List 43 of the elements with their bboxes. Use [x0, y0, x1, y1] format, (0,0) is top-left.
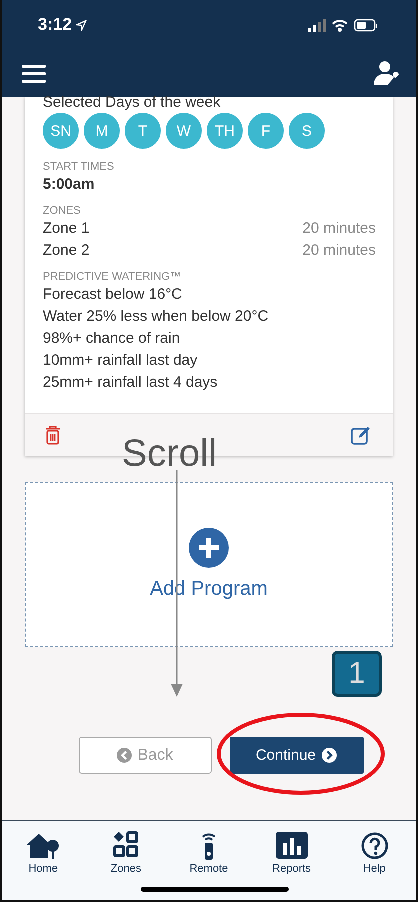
signal-icon: [308, 18, 326, 32]
day-toggle[interactable]: SN: [43, 113, 79, 149]
tab-bar-item[interactable]: Help: [344, 831, 405, 900]
predictive-rule: 25mm+ rainfall last 4 days: [43, 373, 219, 393]
battery-icon: [354, 18, 378, 32]
day-toggle[interactable]: W: [166, 113, 202, 149]
chevron-left-icon: [116, 748, 132, 763]
days-title: Selected Days of the week: [43, 95, 222, 111]
day-toggle[interactable]: T: [125, 113, 161, 149]
chevron-right-icon: [322, 748, 338, 763]
day-toggle[interactable]: S: [289, 113, 325, 149]
zone-name: Zone 1: [43, 219, 90, 239]
zone-name: Zone 2: [43, 241, 90, 261]
continue-button[interactable]: Continue: [230, 737, 364, 774]
zone-duration: 20 minutes: [302, 219, 376, 239]
user-wrench-icon[interactable]: [374, 60, 402, 86]
wifi-icon: [332, 18, 348, 32]
menu-icon[interactable]: [22, 64, 46, 84]
predictive-rule: 10mm+ rainfall last day: [43, 351, 199, 371]
start-time: 5:00am: [43, 175, 96, 195]
plus-icon: [189, 528, 229, 568]
predictive-rule: 98%+ chance of rain: [43, 329, 182, 349]
tab-bar-item[interactable]: Remote: [178, 831, 239, 900]
tab-bar-item[interactable]: Zones: [96, 831, 156, 900]
edit-icon[interactable]: [351, 425, 373, 445]
back-button[interactable]: Back: [78, 737, 212, 774]
step-badge: 1: [332, 651, 382, 697]
location-arrow-icon: [76, 20, 88, 30]
day-toggle[interactable]: F: [248, 113, 284, 149]
predictive-rule: Forecast below 16°C: [43, 285, 184, 305]
section-label: START TIMES: [43, 161, 116, 173]
zone-duration: 20 minutes: [302, 241, 376, 261]
tab-bar-item[interactable]: Home: [13, 831, 74, 900]
house-tree-icon: [26, 831, 60, 861]
day-toggle[interactable]: TH: [207, 113, 243, 149]
predictive-rule: Water 25% less when below 20°C: [43, 307, 270, 327]
trash-icon[interactable]: [45, 426, 61, 444]
bar-chart-icon: [274, 831, 309, 861]
section-label: ZONES: [43, 205, 82, 217]
day-toggle[interactable]: M: [84, 113, 120, 149]
status-time: 3:12: [38, 15, 88, 35]
section-label: PREDICTIVE WATERING™: [43, 271, 182, 283]
scroll-annotation: Scroll: [122, 433, 218, 476]
